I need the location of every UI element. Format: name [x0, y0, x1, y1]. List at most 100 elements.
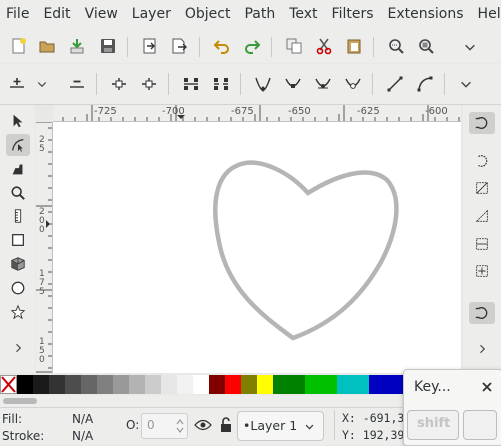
color-swatch[interactable] [145, 375, 161, 394]
selector-tool-icon[interactable] [6, 110, 30, 132]
color-swatch[interactable] [305, 375, 337, 394]
color-swatch[interactable] [177, 375, 193, 394]
menu-layer[interactable]: Layer [125, 0, 178, 29]
menu-view[interactable]: View [78, 0, 125, 29]
auto-smooth-node-icon[interactable] [342, 73, 364, 95]
zoom-selection-icon[interactable] [385, 35, 407, 57]
star-tool-icon[interactable] [6, 301, 30, 323]
cut-icon[interactable] [313, 35, 335, 57]
join-nodes-icon[interactable] [108, 73, 130, 95]
save-icon[interactable] [97, 35, 119, 57]
snap-bbox-icon[interactable] [469, 150, 495, 172]
color-swatch[interactable] [113, 375, 129, 394]
lock-icon[interactable] [216, 415, 236, 435]
color-swatch[interactable] [193, 375, 209, 394]
tweak-tool-icon[interactable] [6, 158, 30, 180]
key-button[interactable] [463, 410, 497, 440]
ruler-label: 2 0 0 [39, 207, 45, 235]
symmetric-node-icon[interactable] [312, 73, 334, 95]
drawing-canvas[interactable] [53, 122, 461, 373]
rectangle-tool-icon[interactable] [6, 229, 30, 251]
color-swatch[interactable] [81, 375, 97, 394]
import-icon[interactable] [66, 35, 88, 57]
cusp-node-icon[interactable] [252, 73, 274, 95]
chevron-down-icon [305, 424, 314, 430]
snap-toggle-icon[interactable] [469, 112, 495, 134]
opacity-spinbox[interactable]: 0 [141, 413, 188, 439]
make-line-icon[interactable] [384, 73, 406, 95]
fill-value[interactable]: N/A [72, 412, 93, 426]
redo-icon[interactable] [241, 35, 263, 57]
color-swatch[interactable] [97, 375, 113, 394]
chevron-down-icon[interactable] [458, 76, 474, 92]
heart-path[interactable] [53, 122, 461, 373]
ellipse-tool-icon[interactable] [6, 277, 30, 299]
menu-extensions[interactable]: Extensions [381, 0, 471, 29]
zoom-tool-icon[interactable] [6, 182, 30, 204]
copy-icon[interactable] [283, 35, 305, 57]
new-document-icon[interactable] [8, 35, 30, 57]
color-swatch[interactable] [257, 375, 273, 394]
color-swatch[interactable] [241, 375, 257, 394]
chevron-down-icon[interactable] [462, 39, 478, 55]
color-swatch[interactable] [33, 375, 49, 394]
eye-icon[interactable] [193, 415, 213, 435]
toolbox [0, 105, 35, 373]
snap-bbox-edge-icon[interactable] [469, 177, 495, 199]
menu-edit[interactable]: Edit [36, 0, 77, 29]
shift-key-button[interactable]: shift [407, 410, 459, 440]
color-swatch[interactable] [161, 375, 177, 394]
color-swatch[interactable] [49, 375, 65, 394]
menu-path[interactable]: Path [237, 0, 282, 29]
paste-icon[interactable] [343, 35, 365, 57]
no-paint-swatch[interactable] [0, 375, 17, 394]
cmdbar-more-chevron-icon[interactable] [469, 338, 495, 360]
smooth-node-icon[interactable] [282, 73, 304, 95]
delete-segment-icon[interactable] [210, 73, 232, 95]
stroke-label: Stroke: [2, 429, 45, 443]
color-swatch[interactable] [65, 375, 81, 394]
color-swatch[interactable] [225, 375, 241, 394]
scrollbar-thumb[interactable] [3, 398, 37, 404]
color-swatch[interactable] [273, 375, 305, 394]
close-icon[interactable] [482, 382, 492, 392]
3d-box-tool-icon[interactable] [6, 253, 30, 275]
print-icon[interactable] [139, 35, 161, 57]
snap-nodes-icon[interactable] [469, 302, 495, 324]
undo-icon[interactable] [211, 35, 233, 57]
join-segment-icon[interactable] [180, 73, 202, 95]
menu-object[interactable]: Object [178, 0, 238, 29]
insert-options-chevron-icon[interactable] [34, 76, 50, 92]
ruler-label: -625 [357, 106, 380, 117]
spin-arrows-icon[interactable] [176, 417, 184, 435]
cursor-x-coordinate: X: -691,32 [342, 411, 412, 425]
color-swatch[interactable] [337, 375, 369, 394]
open-icon[interactable] [36, 35, 58, 57]
fill-label: Fill: [2, 412, 23, 426]
ruler-label: 1 5 0 [39, 337, 45, 365]
insert-node-icon[interactable] [6, 73, 28, 95]
color-swatch[interactable] [209, 375, 225, 394]
color-swatch[interactable] [129, 375, 145, 394]
export-icon[interactable] [168, 35, 190, 57]
make-curve-icon[interactable] [414, 73, 436, 95]
break-path-icon[interactable] [138, 73, 160, 95]
snap-bbox-center-icon[interactable] [469, 260, 495, 282]
menu-help[interactable]: Help [471, 0, 501, 29]
node-tool-icon[interactable] [6, 134, 30, 156]
node-tool-controls [0, 64, 501, 105]
measure-tool-icon[interactable] [6, 205, 30, 227]
layer-selector[interactable]: •Layer 1 [237, 411, 324, 441]
stroke-value[interactable]: N/A [72, 429, 93, 443]
menu-filters[interactable]: Filters [325, 0, 381, 29]
snap-bbox-corner-icon[interactable] [469, 205, 495, 227]
menu-text[interactable]: Text [282, 0, 324, 29]
snap-bbox-midpoint-icon[interactable] [469, 233, 495, 255]
color-swatch[interactable] [17, 375, 33, 394]
menu-file[interactable]: File [0, 0, 36, 29]
zoom-drawing-icon[interactable] [415, 35, 437, 57]
delete-node-icon[interactable] [66, 73, 88, 95]
ruler-label: -675 [231, 106, 254, 117]
toolbox-more-chevron-icon[interactable] [6, 337, 30, 359]
color-swatch[interactable] [369, 375, 403, 394]
